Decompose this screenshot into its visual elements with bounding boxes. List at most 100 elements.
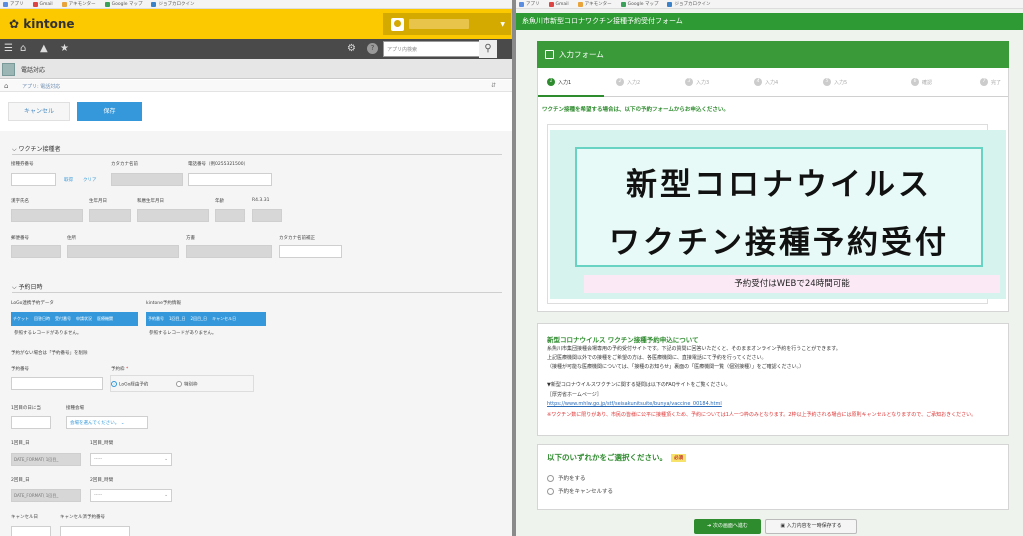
- interval-input[interactable]: [11, 416, 51, 429]
- bookmark-3[interactable]: アキモンター: [61, 1, 96, 7]
- reservation-type-group: [110, 375, 254, 392]
- table-column: 2回目_日: [190, 316, 208, 321]
- table-column: 申請状況: [76, 316, 92, 321]
- field-label: カタカナ名前補正: [279, 236, 315, 241]
- radio-icon: [547, 487, 554, 495]
- bookmark-5[interactable]: ジョブカロクイン: [667, 1, 710, 7]
- lookup-get-link[interactable]: 取得: [64, 177, 73, 183]
- user-menu[interactable]: ▼: [383, 13, 511, 35]
- age-field: [215, 209, 245, 222]
- field-label: 電話番号（例0255321500）: [188, 162, 249, 167]
- breadcrumb[interactable]: アプリ: 電話対応: [0, 80, 512, 92]
- table-column: 1回目_日: [169, 316, 186, 321]
- bookmark-maps[interactable]: Google マップ: [104, 1, 142, 7]
- user-name: [409, 19, 469, 29]
- temp-save-button[interactable]: ▣ 入力内容を一時保存する: [765, 519, 857, 534]
- bookmarks-bar: アプリ Gmail アキモンター Google マップ ジョブカロクイン: [516, 0, 1023, 9]
- banner-line-2: ワクチン接種予約受付: [609, 225, 949, 261]
- field-label: 接種券番号: [11, 162, 34, 167]
- address-field: [67, 245, 179, 258]
- kintone-window: アプリ Gmail アキモンター Google マップ ジョブカロクイン ✿ k…: [0, 0, 512, 536]
- kana-fix-input[interactable]: [279, 245, 342, 258]
- table-column: 受付番号: [55, 316, 71, 321]
- reservation-form-window: アプリ Gmail アキモンター Google マップ ジョブカロクイン 糸魚川…: [516, 0, 1023, 536]
- field-label: 住所: [67, 236, 76, 241]
- step-1: 1 入力1: [547, 78, 571, 86]
- bookmark-gmail[interactable]: Gmail: [548, 1, 569, 7]
- field-label: キャンセル済予約番号: [60, 515, 105, 520]
- about-text-3: （接種が可能な医療機関については、「接種のお知らせ」裏面の「医療機関一覧（個別接…: [547, 364, 805, 370]
- step-3: 3 入力3: [685, 78, 709, 86]
- home-icon[interactable]: ⌂: [20, 43, 26, 54]
- menu-icon[interactable]: ☰: [4, 43, 13, 54]
- about-text-2: 上記医療機関以外での接種をご希望の方は、各医療機関に、直接電話にて予約を行ってく…: [547, 355, 767, 361]
- gear-icon[interactable]: ⚙: [347, 43, 356, 54]
- logo-table-label: LoGo連携予約データ: [11, 301, 54, 306]
- next-button[interactable]: ➔ 次の画面へ進む: [694, 519, 761, 534]
- cancel-date-input[interactable]: [11, 526, 51, 536]
- dose1-time-select[interactable]: ----- ⌄: [90, 453, 172, 466]
- lookup-clear-link[interactable]: クリア: [83, 177, 97, 183]
- help-icon[interactable]: ?: [367, 43, 378, 54]
- bookmarks-bar: アプリ Gmail アキモンター Google マップ ジョブカロクイン: [0, 0, 512, 9]
- step-2: 2 入力2: [616, 78, 640, 86]
- field-label: 1回目の日に当: [11, 406, 41, 411]
- reservation-no-input[interactable]: [11, 377, 103, 390]
- venue-select[interactable]: 会場を選んでください。 ⌄: [66, 416, 148, 429]
- age-date-field: [252, 209, 282, 222]
- dose1-date-field: DATE_FORMAT( 1回目_: [11, 453, 81, 466]
- zip-field: [11, 245, 61, 258]
- bookmark-3[interactable]: アキモンター: [577, 1, 612, 7]
- required-badge: 必須: [671, 454, 686, 462]
- kintone-logo[interactable]: ✿ kintone: [9, 17, 75, 31]
- field-label: R4.3.31: [252, 198, 270, 203]
- app-bar: [0, 59, 512, 79]
- kintone-table-header: 予約番号 1回目_日 2回目_日 キャンセル日: [146, 312, 266, 326]
- applicant-no-input[interactable]: [11, 173, 56, 186]
- option-reserve[interactable]: 予約をする: [547, 474, 586, 482]
- step-5: 5 入力5: [823, 78, 847, 86]
- star-icon[interactable]: ★: [60, 43, 69, 54]
- search-icon[interactable]: ⚲: [479, 40, 497, 58]
- user-avatar-icon: [391, 17, 404, 31]
- options-icon[interactable]: ⇵: [491, 82, 496, 89]
- banner-line-1: 新型コロナウイルス: [626, 167, 932, 203]
- edit-icon: [545, 50, 554, 59]
- cancel-no-input[interactable]: [60, 526, 130, 536]
- bookmark-apps[interactable]: アプリ: [3, 1, 24, 7]
- bookmark-maps[interactable]: Google マップ: [620, 1, 658, 7]
- faq-link[interactable]: https://www.mhlw.go.jp/stf/seisakunitsui…: [547, 401, 722, 407]
- bookmark-gmail[interactable]: Gmail: [32, 1, 53, 7]
- section-vaccinee[interactable]: ⌵ ワクチン接種者: [12, 144, 502, 155]
- field-label: 2回目_時間: [90, 478, 114, 483]
- bookmark-apps[interactable]: アプリ: [519, 1, 540, 7]
- kintone-header: ✿ kintone ▼: [0, 9, 512, 39]
- field-label: 年齢: [215, 199, 224, 204]
- field-label: 2回目_日: [11, 478, 30, 483]
- step-4: 4 入力4: [754, 78, 778, 86]
- field-label: キャンセル日: [11, 515, 38, 520]
- step-progress-fill: [538, 95, 604, 97]
- phone-input[interactable]: [188, 173, 272, 186]
- warning-text: ※ワクチン数に限りがあり、市民の皆様に公平に接種頂くため、予約については1人一つ…: [547, 412, 977, 418]
- save-button[interactable]: 保存: [77, 102, 142, 121]
- field-label: カタカナ名前: [111, 162, 138, 167]
- field-label: 漢字氏名: [11, 199, 29, 204]
- record-form: ⌵ ワクチン接種者 接種券番号 取得 クリア カタカナ名前 電話番号（例0255…: [0, 131, 512, 536]
- faq-intro: ▼新型コロナウイルスワクチンに関する疑問は以下のFAQサイトをご覧ください。: [547, 382, 731, 388]
- field-label: 1回目_日: [11, 441, 30, 446]
- about-heading: 新型コロナウイルス ワクチン接種予約申込について: [547, 336, 699, 344]
- field-label: 予約枠 *: [111, 367, 129, 372]
- no-records-text: 参照するレコードがありません。: [14, 331, 82, 336]
- cancel-button[interactable]: キャンセル: [8, 102, 70, 121]
- option-cancel[interactable]: 予約をキャンセルする: [547, 487, 613, 495]
- home-icon[interactable]: ⌂: [4, 82, 8, 90]
- banner-note: 予約受付はWEBで24時間可能: [584, 275, 1000, 293]
- bookmark-5[interactable]: ジョブカロクイン: [151, 1, 194, 7]
- no-records-text: 参照するレコードがありません。: [149, 331, 217, 336]
- intro-text: ワクチン接種を希望する場合は、以下の予約フォームからお申込ください。: [542, 107, 729, 113]
- section-reservation[interactable]: ⌵ 予約日時: [12, 282, 502, 293]
- bell-icon[interactable]: ▲: [40, 43, 48, 54]
- dose2-time-select[interactable]: ----- ⌄: [90, 489, 172, 502]
- card-header: 入力フォーム: [537, 41, 1009, 68]
